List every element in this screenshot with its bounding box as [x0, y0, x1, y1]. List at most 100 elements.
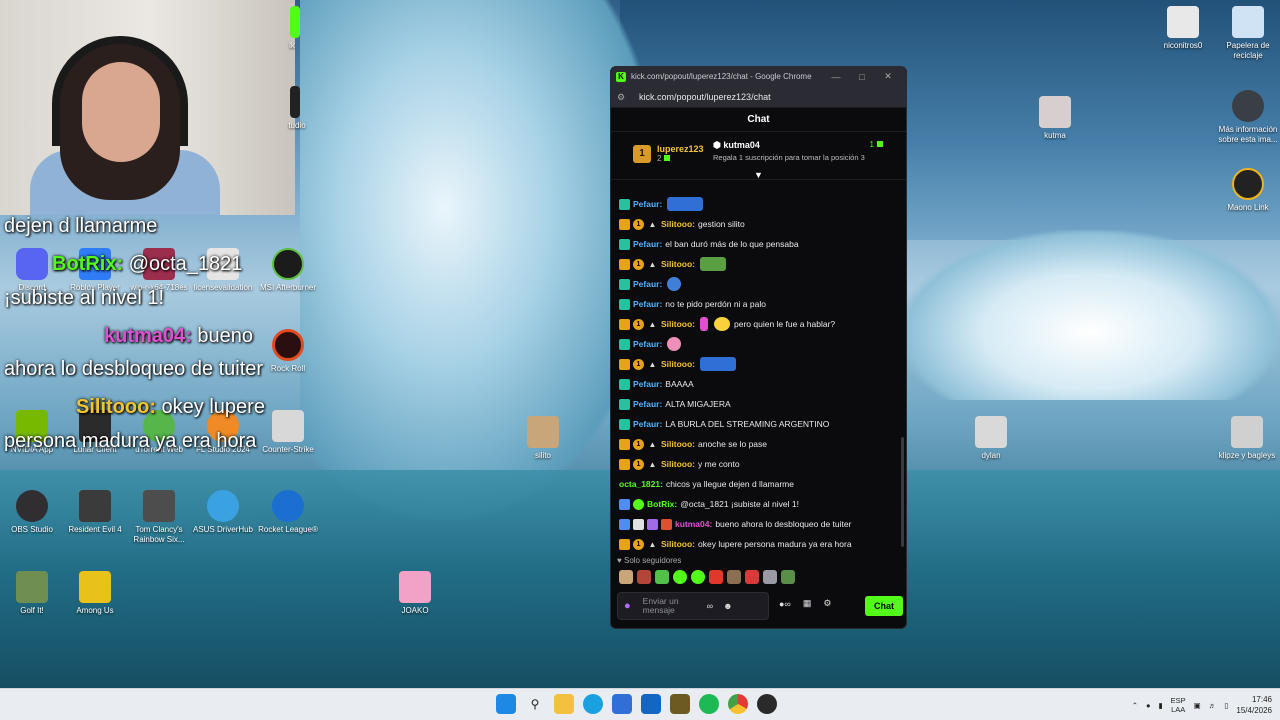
chevron-up-icon[interactable]: ⌃: [1132, 701, 1138, 710]
desktop-icon-dylan[interactable]: dylan: [955, 416, 1027, 461]
message-placeholder[interactable]: Enviar un mensaje: [643, 597, 695, 615]
message-text: no te pido perdón ni a palo: [665, 299, 766, 309]
network-icon[interactable]: ●: [1146, 701, 1151, 710]
minimize-button[interactable]: —: [823, 72, 849, 82]
site-info-icon[interactable]: ⚙: [617, 92, 629, 102]
desktop-icon-partial-lk[interactable]: lk: [262, 6, 302, 51]
emote-icon[interactable]: [673, 570, 687, 584]
message-username[interactable]: Pefaur:: [633, 419, 662, 429]
language-indicator[interactable]: ESP LAA: [1171, 696, 1186, 714]
message-username[interactable]: octa_1821:: [619, 479, 663, 489]
url-text[interactable]: kick.com/popout/luperez123/chat: [639, 92, 771, 102]
hat-badge-icon: ▲: [648, 319, 657, 329]
emote-icon[interactable]: [637, 570, 651, 584]
desktop-icon-among-us[interactable]: Among Us: [59, 571, 131, 616]
outlook-icon[interactable]: [641, 694, 661, 714]
emote-icon[interactable]: [691, 570, 705, 584]
users-icon[interactable]: ●∞: [779, 599, 791, 609]
message-username[interactable]: Silitooo:: [661, 219, 695, 229]
desktop-icon-msi-afterburner[interactable]: MSI Afterburner: [252, 248, 324, 293]
emote-icon[interactable]: [619, 570, 633, 584]
leader-count: 2: [657, 154, 662, 163]
emote-icon[interactable]: [655, 570, 669, 584]
message-input[interactable]: ● Enviar un mensaje ∞ ☻: [617, 592, 769, 620]
chat-message: 1 ▲ Silitooo: anoche se lo pase: [619, 434, 900, 454]
message-text: anoche se lo pase: [698, 439, 767, 449]
sub-badge-icon: 1: [633, 218, 644, 230]
message-username[interactable]: Pefaur:: [633, 379, 662, 389]
text-format-icon[interactable]: ∞: [707, 601, 713, 611]
desktop-icon-obs[interactable]: OBS Studio: [0, 490, 68, 535]
edge-icon[interactable]: [583, 694, 603, 714]
gift-icon: [664, 155, 671, 161]
hat-badge-icon: ▲: [648, 459, 657, 469]
file-explorer-icon[interactable]: [554, 694, 574, 714]
maximize-button[interactable]: □: [849, 72, 875, 82]
settings-icon[interactable]: ⚙: [823, 598, 831, 609]
send-chat-button[interactable]: Chat: [865, 596, 903, 616]
microphone-icon[interactable]: ▮: [1159, 701, 1163, 710]
hat-badge-icon: ▲: [648, 219, 657, 229]
battery-icon[interactable]: ▯: [1224, 701, 1228, 710]
leader-username[interactable]: luperez123: [657, 144, 704, 154]
gifter-username[interactable]: kutma04: [723, 140, 760, 150]
message-username[interactable]: kutma04:: [675, 519, 712, 529]
message-username[interactable]: Silitooo:: [661, 439, 695, 449]
desktop-icon-asus-driverhub[interactable]: ASUS DriverHub: [187, 490, 259, 535]
emote-icon[interactable]: [781, 570, 795, 584]
recycle-bin-icon[interactable]: Papelera de reciclaje: [1212, 6, 1280, 61]
emote-icon[interactable]: [745, 570, 759, 584]
desktop-icon-kutma[interactable]: kutma: [1019, 96, 1091, 141]
note-emote-icon: [700, 317, 708, 331]
desktop-icon-more-info[interactable]: Más información sobre esta ima...: [1212, 90, 1280, 145]
system-tray: ⌃ ● ▮ ESP LAA ▣ ♬ ▯ 17:46 15/4/2026: [1132, 694, 1272, 716]
desktop-icon-resident-evil[interactable]: Resident Evil 4: [59, 490, 131, 535]
desktop-icon-rainbow-six[interactable]: Tom Clancy's Rainbow Six...: [123, 490, 195, 545]
chat-header: Chat: [611, 108, 906, 132]
desktop-icon-maono-link[interactable]: Maono Link: [1212, 168, 1280, 213]
message-username[interactable]: Silitooo:: [661, 359, 695, 369]
windows-start-icon[interactable]: [496, 694, 516, 714]
address-bar[interactable]: ⚙ kick.com/popout/luperez123/chat: [611, 86, 906, 108]
message-username[interactable]: BotRix:: [647, 499, 677, 509]
close-button[interactable]: ✕: [875, 71, 901, 82]
chrome-icon[interactable]: [728, 694, 748, 714]
rank-badge: 1: [633, 144, 651, 163]
message-username[interactable]: Pefaur:: [633, 299, 662, 309]
message-username[interactable]: Pefaur:: [633, 199, 662, 209]
desktop-icon-partial-studio[interactable]: tudio: [262, 86, 312, 131]
desktop-icon-golf-it[interactable]: Golf It!: [0, 571, 68, 616]
display-icon[interactable]: ▣: [1194, 701, 1201, 710]
desktop-icon-silito[interactable]: silito: [507, 416, 579, 461]
chat-scrollbar[interactable]: [901, 437, 904, 547]
message-username[interactable]: Pefaur:: [633, 239, 662, 249]
message-username[interactable]: Pefaur:: [633, 279, 662, 289]
obs-icon[interactable]: [757, 694, 777, 714]
desktop-icon-klipze[interactable]: klipze y bagleys: [1211, 416, 1280, 461]
collapse-icon[interactable]: ▼: [754, 170, 763, 180]
app-icon[interactable]: [670, 694, 690, 714]
microphone-icon[interactable]: ●: [624, 600, 631, 612]
message-username[interactable]: Silitooo:: [661, 539, 695, 549]
emote-icon[interactable]: [727, 570, 741, 584]
overlay-botrix-name: BotRix:: [52, 253, 124, 275]
message-username[interactable]: Silitooo:: [661, 319, 695, 329]
emote-icon[interactable]: [763, 570, 777, 584]
store-icon[interactable]: ▦: [803, 598, 812, 609]
search-icon[interactable]: ⚲: [525, 694, 545, 714]
gift-count: 1: [869, 140, 874, 149]
desktop-icon-rocket-league[interactable]: Rocket League®: [252, 490, 324, 535]
desktop-icon-joako[interactable]: JOAKO: [379, 571, 451, 616]
clock[interactable]: 17:46 15/4/2026: [1236, 694, 1272, 716]
window-titlebar[interactable]: K kick.com/popout/luperez123/chat - Goog…: [611, 67, 906, 86]
emote-icon[interactable]: [709, 570, 723, 584]
volume-icon[interactable]: ♬: [1209, 701, 1217, 710]
desktop-icon-niconitros0[interactable]: niconitros0: [1147, 6, 1219, 51]
spotify-icon[interactable]: [699, 694, 719, 714]
store-icon[interactable]: [612, 694, 632, 714]
message-username[interactable]: Silitooo:: [661, 259, 695, 269]
message-username[interactable]: Silitooo:: [661, 459, 695, 469]
emoji-icon[interactable]: ☻: [723, 601, 732, 611]
message-username[interactable]: Pefaur:: [633, 399, 662, 409]
message-username[interactable]: Pefaur:: [633, 339, 662, 349]
